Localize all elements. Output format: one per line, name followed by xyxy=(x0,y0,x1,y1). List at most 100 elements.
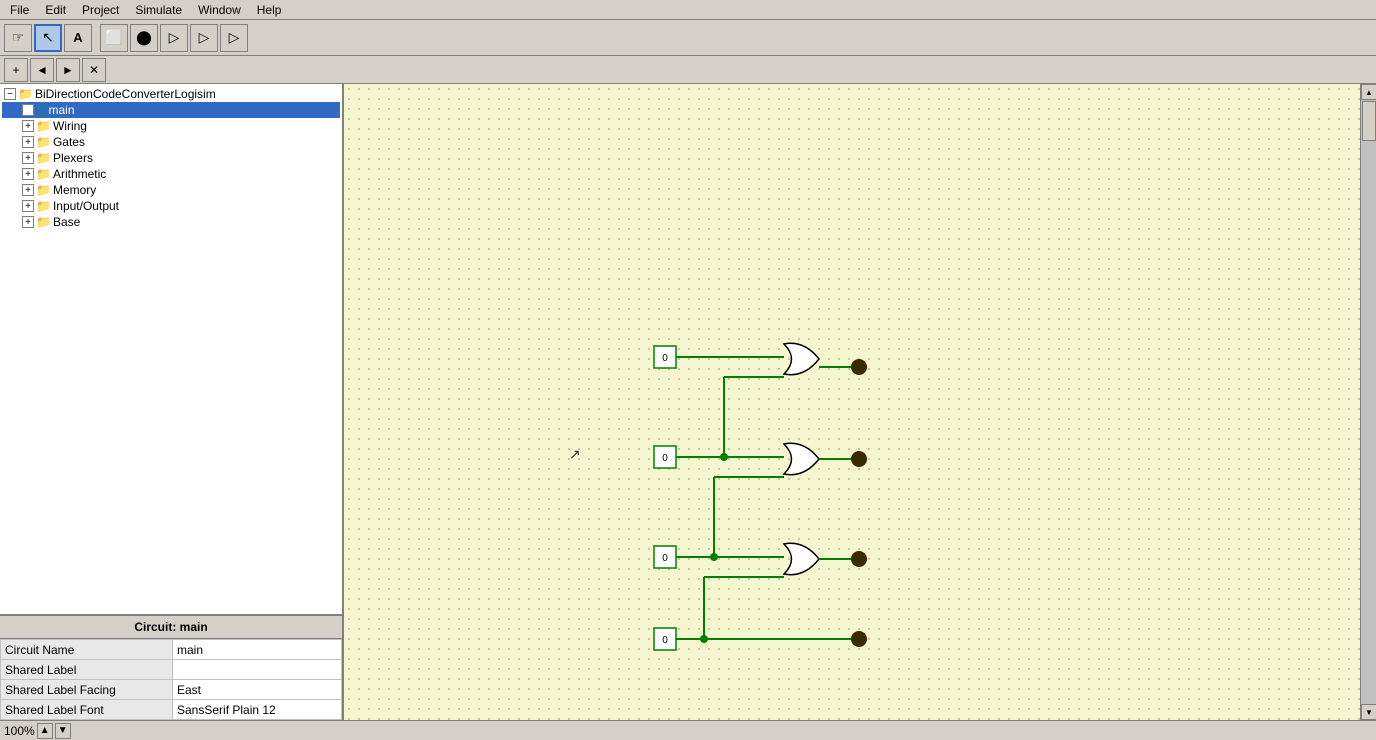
explorer-tree: − 📁 BiDirectionCodeConverterLogisim − ⬡ … xyxy=(0,84,342,615)
output-dot-4 xyxy=(851,631,867,647)
root-expand-icon[interactable]: − xyxy=(4,88,16,100)
tree-item-main[interactable]: − ⬡ main xyxy=(2,102,340,118)
base-folder-icon: 📁 xyxy=(36,215,51,229)
tree-item-io-label: Input/Output xyxy=(53,199,119,213)
tree-item-arithmetic[interactable]: + 📁 Arithmetic xyxy=(2,166,340,182)
junction-1 xyxy=(720,453,728,461)
nav-back-btn[interactable]: ◄ xyxy=(30,58,54,82)
arith-expand-icon[interactable]: + xyxy=(22,168,34,180)
plexers-folder-icon: 📁 xyxy=(36,151,51,165)
main-layout: − 📁 BiDirectionCodeConverterLogisim − ⬡ … xyxy=(0,84,1376,720)
simulate3-btn[interactable]: ▷ xyxy=(220,24,248,52)
tree-item-wiring[interactable]: + 📁 Wiring xyxy=(2,118,340,134)
memory-folder-icon: 📁 xyxy=(36,183,51,197)
tree-item-io[interactable]: + 📁 Input/Output xyxy=(2,198,340,214)
toolbar2: + ◄ ► ✕ xyxy=(0,56,1376,84)
menu-file[interactable]: File xyxy=(4,1,35,19)
canvas-area[interactable]: 0 0 0 xyxy=(344,84,1360,720)
prop-row-shared-label: Shared Label xyxy=(1,660,342,680)
left-panel: − 📁 BiDirectionCodeConverterLogisim − ⬡ … xyxy=(0,84,344,720)
plexers-expand-icon[interactable]: + xyxy=(22,152,34,164)
scroll-track[interactable] xyxy=(1361,100,1376,704)
output-dot-2 xyxy=(851,451,867,467)
output-dot-3 xyxy=(851,551,867,567)
prop-label-circuit-name: Circuit Name xyxy=(1,640,173,660)
input-val-3: 0 xyxy=(662,553,668,564)
prop-value-shared-label[interactable] xyxy=(173,660,342,680)
tree-item-arith-label: Arithmetic xyxy=(53,167,106,181)
scroll-up-btn[interactable]: ▲ xyxy=(1361,84,1376,100)
prop-row-circuit-name: Circuit Name main xyxy=(1,640,342,660)
gates-expand-icon[interactable]: + xyxy=(22,136,34,148)
input-val-2: 0 xyxy=(662,453,668,464)
menu-edit[interactable]: Edit xyxy=(39,1,72,19)
tree-item-gates-label: Gates xyxy=(53,135,85,149)
arith-folder-icon: 📁 xyxy=(36,167,51,181)
nav-fwd-btn[interactable]: ► xyxy=(56,58,80,82)
prop-row-shared-label-font: Shared Label Font SansSerif Plain 12 xyxy=(1,700,342,720)
or-gate-3 xyxy=(784,543,819,574)
tree-item-wiring-label: Wiring xyxy=(53,119,87,133)
menu-window[interactable]: Window xyxy=(192,1,247,19)
right-scrollbar: ▲ ▼ xyxy=(1360,84,1376,720)
junction-2 xyxy=(710,553,718,561)
junction-3 xyxy=(700,635,708,643)
scroll-down-btn[interactable]: ▼ xyxy=(1361,704,1376,720)
scroll-thumb[interactable] xyxy=(1362,101,1376,141)
input-val-1: 0 xyxy=(662,353,668,364)
hand-tool-btn[interactable]: ☞ xyxy=(4,24,32,52)
add-component-btn[interactable]: + xyxy=(4,58,28,82)
or-gate-2 xyxy=(784,443,819,474)
tree-item-base-label: Base xyxy=(53,215,80,229)
output-dot-1 xyxy=(851,359,867,375)
prop-label-shared-label: Shared Label xyxy=(1,660,173,680)
simulate2-btn[interactable]: ▷ xyxy=(190,24,218,52)
prop-label-facing: Shared Label Facing xyxy=(1,680,173,700)
main-expand-icon[interactable]: − xyxy=(22,104,34,116)
tree-root-item[interactable]: − 📁 BiDirectionCodeConverterLogisim xyxy=(2,86,340,102)
menu-simulate[interactable]: Simulate xyxy=(129,1,188,19)
zoom-control: 100% ▲ ▼ xyxy=(4,723,71,739)
prop-value-facing[interactable]: East xyxy=(173,680,342,700)
prop-value-font[interactable]: SansSerif Plain 12 xyxy=(173,700,342,720)
wiring-expand-icon[interactable]: + xyxy=(22,120,34,132)
menubar: File Edit Project Simulate Window Help xyxy=(0,0,1376,20)
gates-folder-icon: 📁 xyxy=(36,135,51,149)
properties-title: Circuit: main xyxy=(0,616,342,639)
zoom-value: 100% xyxy=(4,724,35,738)
tree-item-gates[interactable]: + 📁 Gates xyxy=(2,134,340,150)
io-folder-icon: 📁 xyxy=(36,199,51,213)
prop-row-shared-label-facing: Shared Label Facing East xyxy=(1,680,342,700)
tree-item-plexers[interactable]: + 📁 Plexers xyxy=(2,150,340,166)
zoom-up-btn[interactable]: ▲ xyxy=(37,723,53,739)
cursor-indicator: ↗ xyxy=(569,446,581,462)
input-val-4: 0 xyxy=(662,635,668,646)
circuit-diagram: 0 0 0 xyxy=(344,84,1360,720)
toolbar: ☞ ↖ A ⬜ ⬤ ▷ ▷ ▷ xyxy=(0,20,1376,56)
root-folder-icon: 📁 xyxy=(18,87,33,101)
base-expand-icon[interactable]: + xyxy=(22,216,34,228)
or-gate-1 xyxy=(784,343,819,374)
pointer-tool-btn[interactable]: ↖ xyxy=(34,24,62,52)
prop-label-font: Shared Label Font xyxy=(1,700,173,720)
simulate1-btn[interactable]: ▷ xyxy=(160,24,188,52)
statusbar: 100% ▲ ▼ xyxy=(0,720,1376,740)
rect-tool-btn[interactable]: ⬜ xyxy=(100,24,128,52)
menu-help[interactable]: Help xyxy=(251,1,288,19)
close-component-btn[interactable]: ✕ xyxy=(82,58,106,82)
tree-item-plexers-label: Plexers xyxy=(53,151,93,165)
io-expand-icon[interactable]: + xyxy=(22,200,34,212)
ellipse-tool-btn[interactable]: ⬤ xyxy=(130,24,158,52)
zoom-down-btn[interactable]: ▼ xyxy=(55,723,71,739)
main-circuit-icon: ⬡ xyxy=(36,103,46,117)
text-tool-btn[interactable]: A xyxy=(64,24,92,52)
menu-project[interactable]: Project xyxy=(76,1,125,19)
tree-item-memory-label: Memory xyxy=(53,183,96,197)
memory-expand-icon[interactable]: + xyxy=(22,184,34,196)
properties-table: Circuit Name main Shared Label Shared La… xyxy=(0,639,342,720)
prop-value-circuit-name[interactable]: main xyxy=(173,640,342,660)
tree-root-label: BiDirectionCodeConverterLogisim xyxy=(35,87,216,101)
wiring-folder-icon: 📁 xyxy=(36,119,51,133)
tree-item-base[interactable]: + 📁 Base xyxy=(2,214,340,230)
tree-item-memory[interactable]: + 📁 Memory xyxy=(2,182,340,198)
